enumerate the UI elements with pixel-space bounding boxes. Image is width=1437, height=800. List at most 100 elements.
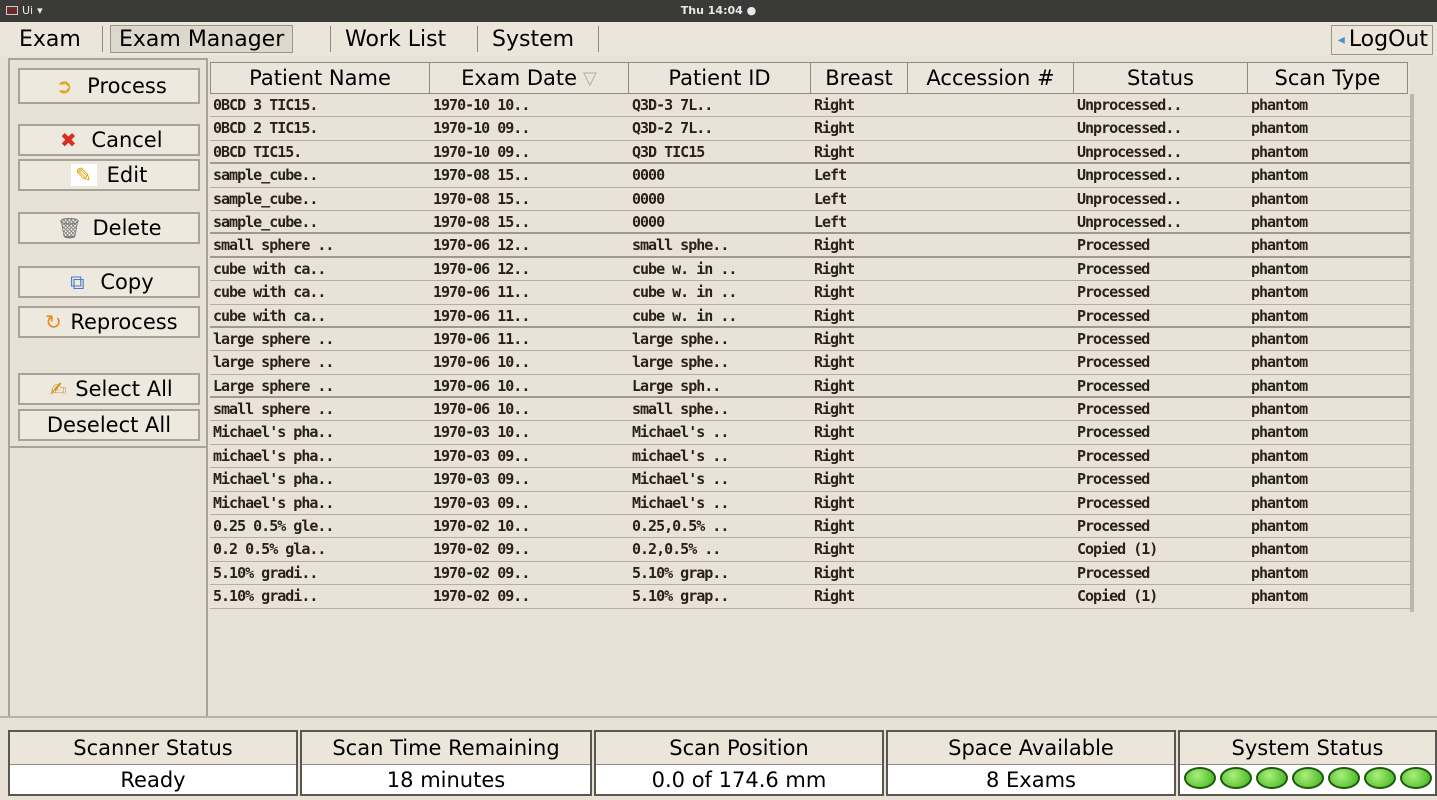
cell-scan-type: phantom xyxy=(1251,329,1308,348)
cell-exam-date: 1970-06 10.. xyxy=(433,400,530,419)
cell-status: Processed xyxy=(1077,259,1150,278)
cell-accession xyxy=(908,305,1074,326)
col-header-accession[interactable]: Accession # xyxy=(908,62,1074,94)
cell-breast: Right xyxy=(814,142,855,161)
cell-scan-type: phantom xyxy=(1251,212,1308,231)
table-row[interactable]: sample_cube.. 1970-08 15.. 0000 Left Unproce… xyxy=(210,187,1410,211)
scan-time-panel: Scan Time Remaining 18 minutes xyxy=(300,730,592,796)
cell-scan-type: phantom xyxy=(1251,517,1308,536)
col-header-patient-name[interactable]: Patient Name xyxy=(210,62,430,94)
tab-divider xyxy=(598,26,599,52)
cell-exam-date: 1970-03 10.. xyxy=(433,423,530,442)
logout-label: LogOut xyxy=(1348,27,1428,52)
copy-button[interactable]: ⧉ Copy xyxy=(18,266,200,298)
table-row[interactable]: 0.2 0.5% gla.. 1970-02 09.. 0.2,0.5% .. Rig… xyxy=(210,538,1410,562)
cell-accession xyxy=(908,351,1074,373)
cell-exam-date: 1970-02 09.. xyxy=(433,563,530,582)
col-header-scan-type[interactable]: Scan Type xyxy=(1248,62,1408,94)
deselect-all-button[interactable]: Deselect All xyxy=(18,409,200,441)
table-row[interactable]: michael's pha.. 1970-03 09.. michael's .. R… xyxy=(210,444,1410,469)
table-row[interactable]: small sphere .. 1970-06 12.. small sphe.. R… xyxy=(210,234,1410,258)
cell-status: Processed xyxy=(1077,470,1150,489)
cell-patient-id: cube w. in .. xyxy=(632,306,737,325)
reprocess-button[interactable]: ↻ Reprocess xyxy=(18,306,200,338)
table-row[interactable]: 0BCD 2 TIC15. 1970-10 09.. Q3D-2 7L.. Right… xyxy=(210,117,1410,141)
tab-system[interactable]: System xyxy=(483,25,583,53)
table-row[interactable]: large sphere .. 1970-06 11.. large sphe.. R… xyxy=(210,327,1410,352)
col-header-patient-id[interactable]: Patient ID xyxy=(629,62,811,94)
action-sidebar: ➲ Process ✖ Cancel ✎ Edit 🗑 Delete ⧉ Cop… xyxy=(8,58,208,448)
cell-exam-date: 1970-02 09.. xyxy=(433,587,530,606)
col-header-breast[interactable]: Breast xyxy=(811,62,908,94)
cell-breast: Right xyxy=(814,517,855,536)
cell-scan-type: phantom xyxy=(1251,587,1308,606)
scan-position-label: Scan Position xyxy=(669,736,809,760)
cell-scan-type: phantom xyxy=(1251,259,1308,278)
table-row[interactable]: large sphere .. 1970-06 10.. large sphe.. R… xyxy=(210,351,1410,375)
copy-label: Copy xyxy=(100,270,154,294)
cell-breast: Right xyxy=(814,96,855,114)
cell-exam-date: 1970-08 15.. xyxy=(433,166,530,185)
tab-work-list[interactable]: Work List xyxy=(336,25,455,53)
cell-status: Processed xyxy=(1077,423,1150,442)
table-row[interactable]: 0BCD TIC15. 1970-10 09.. Q3D TIC15 Right Unp… xyxy=(210,140,1410,165)
cell-patient-name: small sphere .. xyxy=(213,400,334,419)
tab-divider xyxy=(477,26,478,52)
cell-patient-name: small sphere .. xyxy=(213,236,334,255)
tab-exam[interactable]: Exam xyxy=(10,25,90,53)
cell-patient-id: 5.10% grap.. xyxy=(632,587,729,606)
delete-button[interactable]: 🗑 Delete xyxy=(18,212,200,244)
table-row[interactable]: Michael's pha.. 1970-03 09.. Michael's .. R… xyxy=(210,468,1410,492)
table-row[interactable]: Michael's pha.. 1970-03 09.. Michael's .. R… xyxy=(210,491,1410,516)
logout-icon: ◂ xyxy=(1337,32,1345,48)
system-status-label: System Status xyxy=(1231,736,1384,760)
cell-breast: Right xyxy=(814,423,855,442)
cell-status: Processed xyxy=(1077,517,1150,536)
cell-accession xyxy=(908,562,1074,584)
process-button[interactable]: ➲ Process xyxy=(18,68,200,104)
cell-exam-date: 1970-06 11.. xyxy=(433,306,530,325)
cell-breast: Right xyxy=(814,563,855,582)
cell-patient-id: Q3D-3 7L.. xyxy=(632,96,713,114)
table-row[interactable]: cube with ca.. 1970-06 11.. cube w. in .. R… xyxy=(210,281,1410,305)
table-row[interactable]: sample_cube.. 1970-08 15.. 0000 Left Unproce… xyxy=(210,210,1410,235)
cell-patient-id: Large sph.. xyxy=(632,376,721,395)
cell-breast: Right xyxy=(814,540,855,559)
cell-breast: Left xyxy=(814,212,847,231)
cell-patient-id: 0000 xyxy=(632,212,665,231)
cell-status: Processed xyxy=(1077,563,1150,582)
clock[interactable]: Thu 14:04 ● xyxy=(0,4,1437,17)
cell-accession xyxy=(908,585,1074,607)
status-led-icon xyxy=(1363,767,1396,789)
col-header-status[interactable]: Status xyxy=(1074,62,1248,94)
table-header: Patient Name Exam Date ▽ Patient ID Breas… xyxy=(210,62,1410,94)
table-row[interactable]: 5.10% gradi.. 1970-02 09.. 5.10% grap.. Rig… xyxy=(210,561,1410,586)
cell-scan-type: phantom xyxy=(1251,540,1308,559)
sort-descending-icon: ▽ xyxy=(583,67,597,89)
table-scrollbar[interactable] xyxy=(1410,94,1414,612)
logout-button[interactable]: ◂ LogOut xyxy=(1330,25,1433,55)
table-row[interactable]: 5.10% gradi.. 1970-02 09.. 5.10% grap.. Rig… xyxy=(210,585,1410,609)
select-all-button[interactable]: ✍ Select All xyxy=(18,373,200,405)
table-row[interactable]: cube with ca.. 1970-06 12.. cube w. in .. R… xyxy=(210,257,1410,282)
cell-scan-type: phantom xyxy=(1251,493,1308,512)
table-row[interactable]: sample_cube.. 1970-08 15.. 0000 Left Unproce… xyxy=(210,164,1410,188)
cell-patient-id: Michael's .. xyxy=(632,493,729,512)
table-row[interactable]: 0.25 0.5% gle.. 1970-02 10.. 0.25,0.5% .. R… xyxy=(210,515,1410,539)
tab-exam-manager[interactable]: Exam Manager xyxy=(110,25,294,53)
reprocess-label: Reprocess xyxy=(70,310,178,334)
edit-button[interactable]: ✎ Edit xyxy=(18,159,200,191)
table-row[interactable]: 0BCD 3 TIC15. 1970-10 10.. Q3D-3 7L.. Right… xyxy=(210,94,1410,118)
table-row[interactable]: small sphere .. 1970-06 10.. small sphe.. R… xyxy=(210,398,1410,422)
table-row[interactable]: Michael's pha.. 1970-03 10.. Michael's .. R… xyxy=(210,421,1410,445)
table-row[interactable]: Large sphere .. 1970-06 10.. Large sph.. Ri… xyxy=(210,374,1410,399)
col-header-exam-date[interactable]: Exam Date ▽ xyxy=(430,62,629,94)
cell-scan-type: phantom xyxy=(1251,142,1308,161)
cancel-button[interactable]: ✖ Cancel xyxy=(18,124,200,156)
cell-accession xyxy=(908,468,1074,490)
cell-breast: Left xyxy=(814,166,847,185)
cell-exam-date: 1970-02 10.. xyxy=(433,517,530,536)
table-row[interactable]: cube with ca.. 1970-06 11.. cube w. in .. R… xyxy=(210,304,1410,328)
cancel-icon: ✖ xyxy=(60,128,77,152)
cell-patient-id: 0000 xyxy=(632,189,665,208)
